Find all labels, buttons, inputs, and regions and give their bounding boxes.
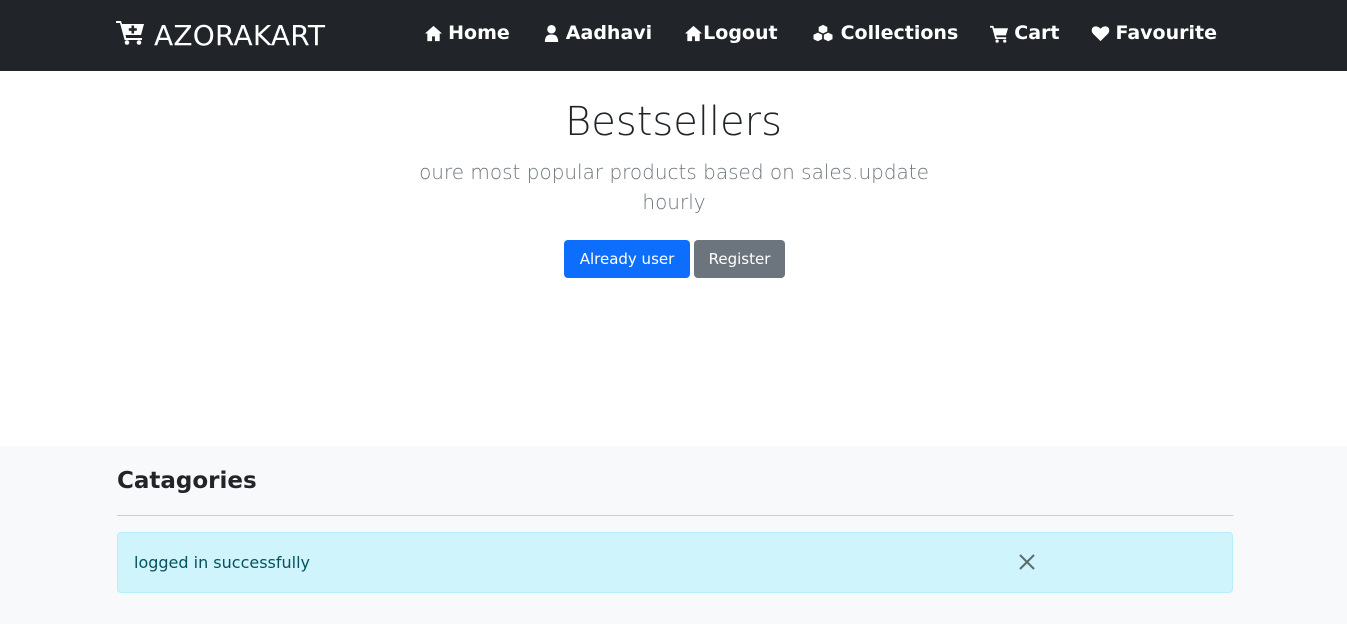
nav-cart-label: Cart: [1014, 22, 1060, 44]
page-title: Bestsellers: [565, 99, 782, 145]
nav-cart[interactable]: Cart: [990, 22, 1059, 44]
brand-name: AZORAKART: [154, 18, 326, 52]
hero-subtitle: oure most popular products based on sale…: [419, 160, 929, 214]
success-alert: logged in successfully: [117, 532, 1233, 593]
nav-logout-label: Logout: [703, 22, 778, 44]
hero-section: Bestsellers oure most popular products b…: [0, 71, 1347, 446]
nav-logout[interactable]: Logout: [684, 22, 778, 44]
cart-plus-icon: [116, 19, 146, 52]
register-button[interactable]: Register: [694, 240, 785, 278]
categories-title: Catagories: [117, 468, 257, 494]
cart-icon: [990, 25, 1009, 43]
home-icon: [425, 25, 443, 41]
divider: [117, 515, 1233, 516]
already-user-button[interactable]: Already user: [564, 240, 690, 278]
close-icon[interactable]: [1017, 552, 1037, 572]
user-icon: [544, 24, 558, 42]
nav-user-label: Aadhavi: [565, 22, 653, 44]
nav-favourite[interactable]: Favourite: [1091, 22, 1217, 44]
home-icon: [685, 25, 703, 41]
hero-buttons: Already user Register: [564, 240, 785, 278]
nav-collections-label: Collections: [840, 22, 959, 44]
nav-home[interactable]: Home: [424, 22, 510, 44]
nav-collections[interactable]: Collections: [810, 22, 959, 44]
cubes-icon: [813, 24, 833, 41]
nav-favourite-label: Favourite: [1115, 22, 1217, 44]
main-nav: Home Aadhavi Logout Collections Cart Fav…: [424, 18, 1217, 48]
categories-section: Catagories logged in successfully: [0, 446, 1347, 624]
nav-home-label: Home: [448, 22, 510, 44]
alert-message: logged in successfully: [134, 553, 311, 572]
brand-link[interactable]: AZORAKART: [116, 17, 325, 53]
top-navbar: AZORAKART Home Aadhavi Logout Collection…: [0, 0, 1347, 71]
heart-icon: [1092, 25, 1110, 41]
nav-user[interactable]: Aadhavi: [542, 22, 652, 44]
